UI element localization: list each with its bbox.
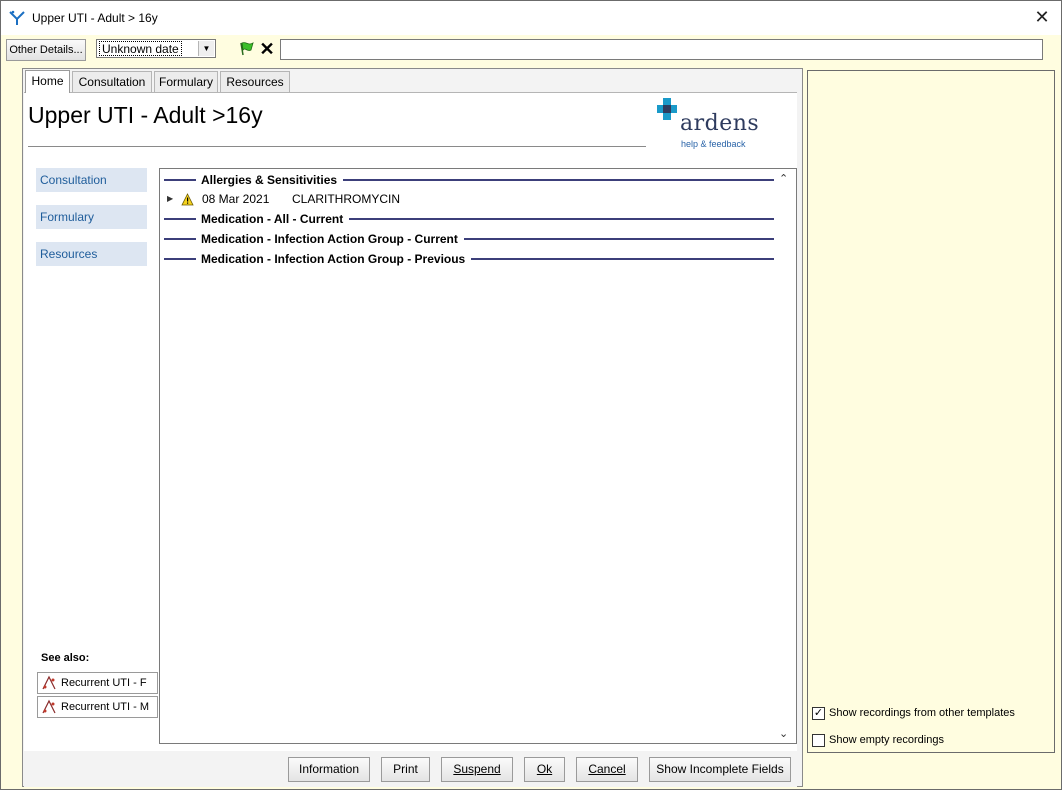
section-medication-all-current-title: Medication - All - Current: [201, 212, 344, 226]
tab-formulary[interactable]: Formulary: [154, 71, 218, 92]
page-title: Upper UTI - Adult >16y: [28, 102, 263, 128]
warning-icon: [181, 193, 194, 206]
section-allergies-title: Allergies & Sensitivities: [201, 173, 338, 187]
tab-home[interactable]: Home: [25, 70, 70, 93]
recurrent-uti-m-label: Recurrent UTI - M: [61, 701, 150, 713]
information-button[interactable]: Information: [288, 757, 370, 782]
free-text-input[interactable]: [280, 39, 1043, 60]
scroll-down-icon[interactable]: ⌄: [779, 727, 788, 740]
expand-arrow-icon[interactable]: ▶: [167, 194, 173, 203]
date-select-value: Unknown date: [99, 41, 182, 56]
other-details-button[interactable]: Other Details...: [6, 39, 86, 61]
window-title: Upper UTI - Adult > 16y: [32, 11, 158, 25]
cancel-button[interactable]: Cancel: [576, 757, 638, 782]
logo-wordmark: ardens: [680, 111, 760, 136]
title-bar: Upper UTI - Adult > 16y ✕: [1, 1, 1061, 35]
section-medication-iag-current: Medication - Infection Action Group - Cu…: [164, 232, 774, 246]
flag-icon[interactable]: [237, 40, 255, 58]
tab-consultation[interactable]: Consultation: [72, 71, 152, 92]
template-window: Upper UTI - Adult > 16y ✕ Other Details.…: [0, 0, 1062, 790]
print-button[interactable]: Print: [381, 757, 430, 782]
app-logo-icon: [9, 10, 25, 25]
section-medication-iag-previous-title: Medication - Infection Action Group - Pr…: [201, 252, 466, 266]
side-nav-formulary[interactable]: Formulary: [36, 205, 147, 229]
checkbox-unchecked-icon[interactable]: [812, 734, 825, 747]
recurrent-uti-f-label: Recurrent UTI - F: [61, 677, 147, 689]
allergy-date: 08 Mar 2021: [202, 192, 270, 206]
title-divider: [28, 146, 646, 147]
suspend-button[interactable]: Suspend: [441, 757, 513, 782]
show-empty-recordings-label: Show empty recordings: [829, 734, 944, 746]
date-select[interactable]: Unknown date ▼: [96, 39, 216, 58]
see-also-label: See also:: [41, 652, 90, 664]
close-icon[interactable]: ✕: [1027, 5, 1057, 29]
side-nav-consultation[interactable]: Consultation: [36, 168, 147, 192]
section-medication-iag-previous: Medication - Infection Action Group - Pr…: [164, 252, 774, 266]
allergy-name: CLARITHROMYCIN: [292, 192, 401, 206]
tab-resources[interactable]: Resources: [220, 71, 290, 92]
template-link-icon: [42, 675, 56, 690]
checkbox-checked-icon[interactable]: ✓: [812, 707, 825, 720]
side-nav-resources[interactable]: Resources: [36, 242, 147, 266]
section-medication-iag-current-title: Medication - Infection Action Group - Cu…: [201, 232, 458, 246]
show-other-templates-label: Show recordings from other templates: [829, 707, 1015, 719]
section-allergies: Allergies & Sensitivities: [164, 173, 774, 187]
help-feedback-link[interactable]: help & feedback: [681, 139, 746, 149]
section-medication-all-current: Medication - All - Current: [164, 212, 774, 226]
recurrent-uti-m-button[interactable]: Recurrent UTI - M: [37, 696, 158, 718]
chevron-down-icon[interactable]: ▼: [198, 41, 214, 56]
right-side-panel: [807, 70, 1055, 753]
toolbar: Other Details... Unknown date ▼ ✕: [1, 35, 1061, 65]
scroll-up-icon[interactable]: ⌃: [779, 172, 788, 185]
recurrent-uti-f-button[interactable]: Recurrent UTI - F: [37, 672, 158, 694]
ok-button[interactable]: Ok: [524, 757, 565, 782]
template-link-icon: [42, 699, 56, 714]
clear-x-icon[interactable]: ✕: [258, 39, 276, 59]
show-incomplete-fields-button[interactable]: Show Incomplete Fields: [649, 757, 791, 782]
